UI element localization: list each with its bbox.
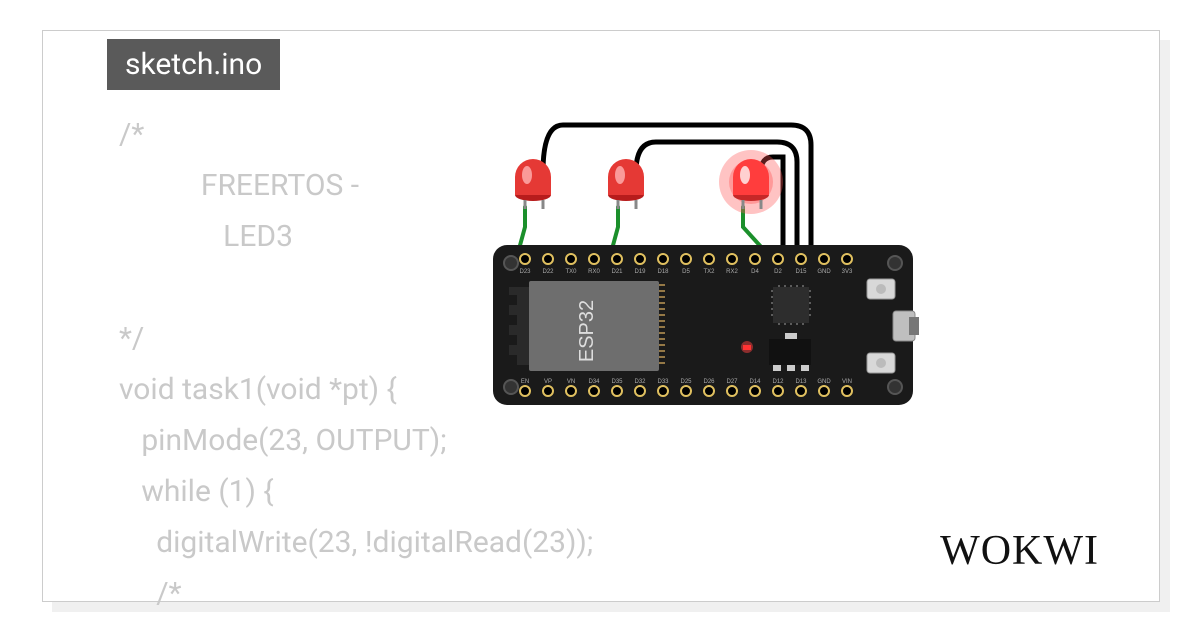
- svg-text:D26: D26: [703, 379, 715, 385]
- chip-label: ESP32: [576, 300, 598, 362]
- svg-text:D14: D14: [749, 379, 761, 385]
- svg-text:RX2: RX2: [726, 269, 738, 275]
- svg-text:D4: D4: [751, 269, 759, 275]
- svg-text:EN: EN: [521, 379, 529, 385]
- svg-text:GND: GND: [817, 269, 831, 275]
- svg-text:D33: D33: [657, 379, 669, 385]
- svg-text:D19: D19: [634, 269, 646, 275]
- button-en[interactable]: [867, 279, 895, 299]
- svg-text:TX0: TX0: [565, 269, 577, 275]
- circuit-canvas[interactable]: D23 D22 TX0 RX0 D21 D19 D18 D5 TX2 RX2 D4 D2 D15…: [473, 87, 933, 447]
- led-2[interactable]: [608, 159, 644, 209]
- svg-text:D34: D34: [588, 379, 600, 385]
- svg-text:D25: D25: [680, 379, 692, 385]
- svg-text:VIN: VIN: [842, 379, 852, 385]
- wire-green-led1: [519, 207, 525, 249]
- pin-row-top: [520, 254, 852, 264]
- svg-text:RX0: RX0: [588, 269, 600, 275]
- preview-card: sketch.ino /* FREERTOS - LED3 */ void ta…: [42, 30, 1160, 602]
- svg-text:D23: D23: [519, 269, 531, 275]
- svg-text:D5: D5: [682, 269, 690, 275]
- svg-text:3V3: 3V3: [842, 269, 853, 275]
- pin-row-bottom: [520, 386, 852, 396]
- svg-text:D22: D22: [542, 269, 554, 275]
- svg-text:D21: D21: [611, 269, 623, 275]
- pin-labels-top: D23 D22 TX0 RX0 D21 D19 D18 D5 TX2 RX2 D4 D2 D15…: [519, 269, 853, 275]
- svg-text:D2: D2: [774, 269, 782, 275]
- pin-labels-bottom: EN VP VN D34 D35 D32 D33 D25 D26 D27 D14 D12 D13…: [521, 379, 852, 385]
- button-boot[interactable]: [867, 353, 895, 373]
- file-tab-label: sketch.ino: [125, 47, 262, 82]
- svg-text:VN: VN: [567, 379, 575, 385]
- brand-logo: WOKWI: [940, 527, 1099, 575]
- svg-text:D27: D27: [726, 379, 738, 385]
- esp32-board[interactable]: D23 D22 TX0 RX0 D21 D19 D18 D5 TX2 RX2 D4 D2 D15…: [493, 245, 919, 405]
- led-1[interactable]: [515, 159, 551, 209]
- svg-text:D13: D13: [795, 379, 807, 385]
- svg-text:VP: VP: [544, 379, 552, 385]
- wire-green-led2: [612, 207, 618, 249]
- svg-text:D18: D18: [657, 269, 669, 275]
- svg-text:TX2: TX2: [703, 269, 715, 275]
- svg-text:D12: D12: [772, 379, 784, 385]
- svg-text:D32: D32: [634, 379, 646, 385]
- svg-text:D15: D15: [795, 269, 807, 275]
- svg-text:GND: GND: [817, 379, 831, 385]
- svg-text:D35: D35: [611, 379, 623, 385]
- file-tab[interactable]: sketch.ino: [107, 39, 280, 90]
- led-3[interactable]: [719, 150, 783, 214]
